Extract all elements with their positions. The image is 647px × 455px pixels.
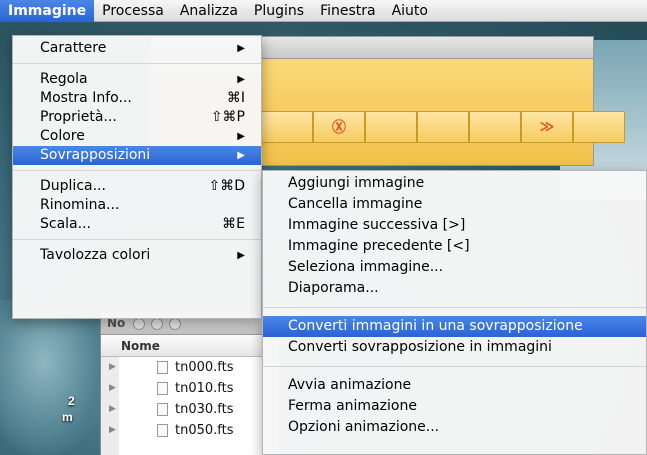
keyboard-shortcut: ⇧⌘D bbox=[208, 178, 245, 194]
submenu-arrow-icon: ▶ bbox=[237, 43, 245, 54]
keyboard-shortcut: ⌘E bbox=[222, 216, 245, 232]
menu-item-label: Duplica... bbox=[40, 178, 106, 194]
menu-item-label: Scala... bbox=[40, 216, 91, 232]
submenu-arrow-icon: ▶ bbox=[237, 74, 245, 85]
file-name: tn010.fts bbox=[175, 381, 234, 396]
menu-item-proprieta[interactable]: Proprietà... ⇧⌘P bbox=[13, 108, 261, 127]
toolbar-cell[interactable] bbox=[573, 111, 625, 143]
overlay-submenu: Aggiungi immagine Cancella immagine Imma… bbox=[262, 170, 647, 455]
menu-item-carattere[interactable]: Carattere ▶ bbox=[13, 39, 261, 58]
keyboard-shortcut: ⌘I bbox=[226, 90, 245, 106]
file-row[interactable]: ▶ tn030.fts bbox=[101, 399, 279, 420]
column-header-name[interactable]: Nome bbox=[101, 335, 279, 357]
submenu-item-diaporama[interactable]: Diaporama... bbox=[263, 278, 646, 299]
submenu-item-immagine-successiva[interactable]: Immagine successiva [>] bbox=[263, 215, 646, 236]
menu-item-tavolozza-colori[interactable]: Tavolozza colori ▶ bbox=[13, 246, 261, 265]
toolbar-cell[interactable] bbox=[417, 111, 469, 143]
menu-finestra[interactable]: Finestra bbox=[312, 0, 384, 22]
menu-item-label: Sovrapposizioni bbox=[40, 147, 151, 163]
submenu-item-converti-in-immagini[interactable]: Converti sovrapposizione in immagini bbox=[263, 337, 646, 358]
animation-toolbar: Ⓧ ≫ bbox=[261, 111, 625, 143]
document-icon bbox=[157, 361, 168, 374]
menu-item-label: Proprietà... bbox=[40, 109, 117, 125]
disclosure-triangle-icon[interactable]: ▶ bbox=[109, 378, 116, 399]
submenu-item-aggiungi-immagine[interactable]: Aggiungi immagine bbox=[263, 173, 646, 194]
menu-item-colore[interactable]: Colore ▶ bbox=[13, 127, 261, 146]
close-button[interactable] bbox=[133, 318, 145, 330]
submenu-item-avvia-animazione[interactable]: Avvia animazione bbox=[263, 375, 646, 396]
menu-item-label: Tavolozza colori bbox=[40, 247, 151, 263]
submenu-item-opzioni-animazione[interactable]: Opzioni animazione... bbox=[263, 417, 646, 438]
image-menu-dropdown: Carattere ▶ Regola ▶ Mostra Info... ⌘I P… bbox=[12, 35, 262, 319]
disclosure-triangle-icon[interactable]: ▶ bbox=[109, 357, 116, 378]
menu-separator bbox=[13, 170, 261, 171]
file-row[interactable]: ▶ tn000.fts bbox=[101, 357, 279, 378]
submenu-arrow-icon: ▶ bbox=[237, 150, 245, 161]
disclosure-triangle-icon[interactable]: ▶ bbox=[109, 420, 116, 441]
menu-separator bbox=[263, 307, 646, 308]
submenu-item-immagine-precedente[interactable]: Immagine precedente [<] bbox=[263, 236, 646, 257]
minimize-button[interactable] bbox=[151, 318, 163, 330]
toolbar-cell[interactable] bbox=[261, 111, 313, 143]
menu-item-label: Mostra Info... bbox=[40, 90, 132, 106]
keyboard-shortcut: ⇧⌘P bbox=[210, 109, 245, 125]
disclosure-triangle-icon[interactable]: ▶ bbox=[109, 399, 116, 420]
menu-separator bbox=[263, 366, 646, 367]
submenu-arrow-icon: ▶ bbox=[237, 131, 245, 142]
stop-icon[interactable]: Ⓧ bbox=[313, 111, 365, 143]
menu-item-label: Regola bbox=[40, 71, 88, 87]
menu-separator bbox=[13, 63, 261, 64]
menu-item-label: Carattere bbox=[40, 40, 107, 56]
forward-icon[interactable]: ≫ bbox=[521, 111, 573, 143]
file-name: tn050.fts bbox=[175, 423, 234, 438]
menu-item-rinomina[interactable]: Rinomina... bbox=[13, 196, 261, 215]
menu-item-duplica[interactable]: Duplica... ⇧⌘D bbox=[13, 177, 261, 196]
menu-item-label: Colore bbox=[40, 128, 85, 144]
menu-item-regola[interactable]: Regola ▶ bbox=[13, 70, 261, 89]
submenu-item-converti-in-sovrapposizione[interactable]: Converti immagini in una sovrapposizione bbox=[263, 316, 646, 337]
document-icon bbox=[157, 424, 168, 437]
menu-immagine[interactable]: Immagine bbox=[0, 0, 95, 22]
file-name: tn000.fts bbox=[175, 360, 234, 375]
menu-bar: Immagine Processa Analizza Plugins Fines… bbox=[0, 0, 647, 22]
menu-aiuto[interactable]: Aiuto bbox=[384, 0, 436, 22]
submenu-item-ferma-animazione[interactable]: Ferma animazione bbox=[263, 396, 646, 417]
menu-analizza[interactable]: Analizza bbox=[172, 0, 246, 22]
toolbar-cell[interactable] bbox=[469, 111, 521, 143]
file-row[interactable]: ▶ tn050.fts bbox=[101, 420, 279, 441]
document-icon bbox=[157, 403, 168, 416]
desktop-label: 2 bbox=[68, 394, 75, 408]
submenu-item-seleziona-immagine[interactable]: Seleziona immagine... bbox=[263, 257, 646, 278]
document-icon bbox=[157, 382, 168, 395]
submenu-item-cancella-immagine[interactable]: Cancella immagine bbox=[263, 194, 646, 215]
desktop-wallpaper-detail bbox=[0, 300, 110, 455]
file-browser-window: No Nome ▶ tn000.fts ▶ tn010.fts ▶ tn030.… bbox=[100, 312, 280, 455]
toolbar-cell[interactable] bbox=[365, 111, 417, 143]
menu-plugins[interactable]: Plugins bbox=[246, 0, 312, 22]
menu-item-scala[interactable]: Scala... ⌘E bbox=[13, 215, 261, 234]
file-name: tn030.fts bbox=[175, 402, 234, 417]
menu-processa[interactable]: Processa bbox=[94, 0, 172, 22]
submenu-arrow-icon: ▶ bbox=[237, 250, 245, 261]
menu-item-sovrapposizioni[interactable]: Sovrapposizioni ▶ bbox=[13, 146, 261, 165]
desktop-label: m bbox=[62, 410, 73, 424]
menu-item-mostra-info[interactable]: Mostra Info... ⌘I bbox=[13, 89, 261, 108]
menu-separator bbox=[13, 239, 261, 240]
file-row[interactable]: ▶ tn010.fts bbox=[101, 378, 279, 399]
menu-item-label: Rinomina... bbox=[40, 197, 120, 213]
zoom-button[interactable] bbox=[169, 318, 181, 330]
